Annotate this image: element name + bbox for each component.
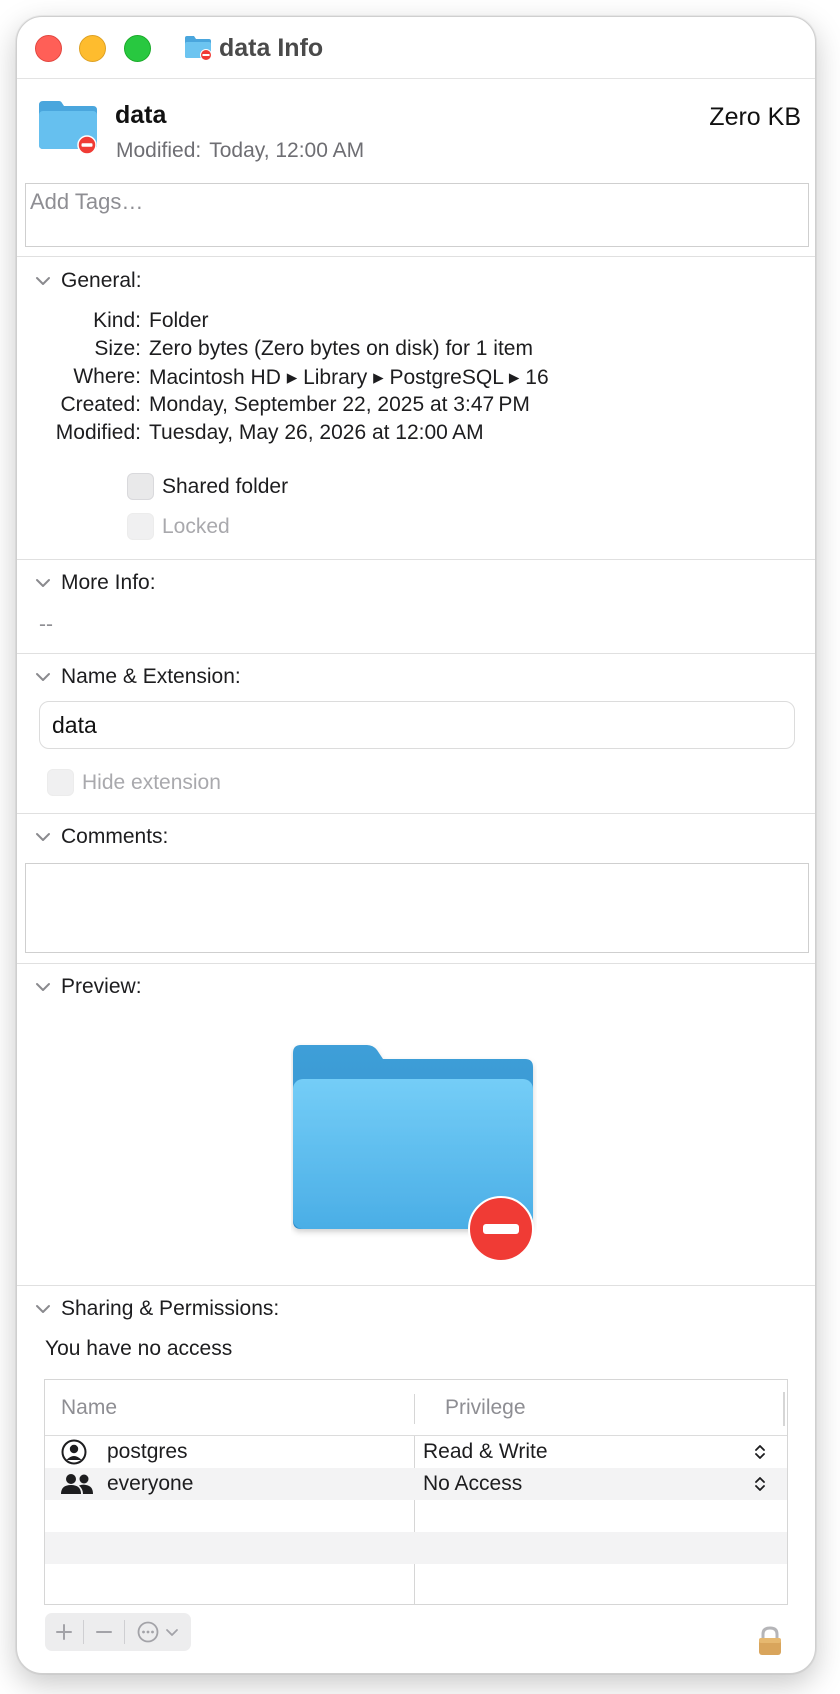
kind-row: Kind: Folder <box>17 309 815 335</box>
where-value: Macintosh HD ▸ Library ▸ PostgreSQL ▸ 16 <box>149 366 549 389</box>
kind-label: Kind: <box>93 309 141 332</box>
hide-extension-checkbox: Hide extension <box>47 769 221 796</box>
window-title: data Info <box>183 33 323 63</box>
title-text: data Info <box>219 33 324 62</box>
chevron-down-icon <box>36 833 50 841</box>
user-name: everyone <box>107 1472 194 1495</box>
add-user-button[interactable] <box>45 1613 83 1651</box>
zoom-button[interactable] <box>124 35 151 62</box>
empty-row <box>45 1500 787 1532</box>
shared-folder-checkbox[interactable]: Shared folder <box>127 473 288 500</box>
ellipsis-circle-icon <box>137 1621 159 1643</box>
modified-row: Modified: Tuesday, May 26, 2026 at 12:00… <box>17 421 815 447</box>
chevron-down-icon <box>36 1305 50 1313</box>
locked-box <box>127 513 154 540</box>
folder-large-icon <box>39 101 97 155</box>
chevron-down-icon <box>36 673 50 681</box>
modified-label: Modified: <box>116 139 202 162</box>
privilege-select[interactable]: Read & Write <box>423 1440 548 1464</box>
divider <box>17 256 815 257</box>
general-label: General: <box>61 269 142 292</box>
shared-folder-label: Shared folder <box>162 474 289 498</box>
minimize-button[interactable] <box>79 35 106 62</box>
empty-row <box>45 1564 787 1596</box>
updown-arrow-icon[interactable] <box>753 1442 767 1462</box>
locked-label: Locked <box>162 514 230 538</box>
more-info-value: -- <box>39 613 53 636</box>
more-info-disclosure[interactable]: More Info: <box>33 571 156 595</box>
permissions-table: Name Privilege postgres Read & Write eve… <box>44 1379 788 1605</box>
size-value: Zero bytes (Zero bytes on disk) for 1 it… <box>149 337 533 360</box>
name-extension-disclosure[interactable]: Name & Extension: <box>33 665 241 689</box>
chevron-down-icon <box>36 277 50 285</box>
tags-field[interactable] <box>25 183 809 247</box>
folder-preview-icon <box>293 1045 534 1262</box>
comments-textarea[interactable] <box>25 863 809 953</box>
created-value: Monday, September 22, 2025 at 3:47 PM <box>149 393 530 416</box>
header-modified: Modified: Today, 12:00 AM <box>116 139 364 163</box>
created-label: Created: <box>60 393 141 416</box>
hide-extension-label: Hide extension <box>82 770 221 794</box>
size-row: Size: Zero bytes (Zero bytes on disk) fo… <box>17 337 815 363</box>
chevron-down-icon <box>36 983 50 991</box>
title-bar: data Info <box>17 17 815 79</box>
where-label: Where: <box>73 365 141 388</box>
user-icon <box>61 1439 87 1465</box>
locked-checkbox: Locked <box>127 513 230 540</box>
column-name-header[interactable]: Name <box>61 1396 117 1420</box>
sharing-label: Sharing & Permissions: <box>61 1297 280 1320</box>
access-text: You have no access <box>45 1337 233 1360</box>
size-label: Size: <box>94 337 141 360</box>
modified-row-value: Tuesday, May 26, 2026 at 12:00 AM <box>149 421 484 444</box>
name-extension-label: Name & Extension: <box>61 665 241 688</box>
privilege-select[interactable]: No Access <box>423 1472 522 1496</box>
divider <box>17 813 815 814</box>
remove-user-button[interactable] <box>84 1613 124 1651</box>
where-row: Where: Macintosh HD ▸ Library ▸ PostgreS… <box>17 365 815 391</box>
general-disclosure[interactable]: General: <box>33 269 142 293</box>
kind-value: Folder <box>149 309 209 332</box>
updown-arrow-icon[interactable] <box>753 1474 767 1494</box>
column-privilege-header[interactable]: Privilege <box>445 1396 526 1420</box>
created-row: Created: Monday, September 22, 2025 at 3… <box>17 393 815 419</box>
modified-value: Today, 12:00 AM <box>209 139 365 162</box>
comments-label: Comments: <box>61 825 169 848</box>
column-separator <box>414 1394 415 1424</box>
name-field[interactable] <box>39 701 795 749</box>
modified-row-label: Modified: <box>55 421 141 444</box>
divider <box>17 559 815 560</box>
empty-row <box>45 1532 787 1564</box>
folder-icon <box>185 36 212 61</box>
minus-icon <box>96 1631 112 1633</box>
column-separator <box>783 1392 785 1426</box>
action-menu-button[interactable] <box>125 1613 191 1651</box>
hide-extension-box <box>47 769 74 796</box>
sharing-disclosure[interactable]: Sharing & Permissions: <box>33 1297 279 1321</box>
close-button[interactable] <box>35 35 62 62</box>
chevron-down-icon <box>166 1629 178 1636</box>
tags-input[interactable] <box>26 184 808 220</box>
comments-disclosure[interactable]: Comments: <box>33 825 168 849</box>
divider <box>17 1285 815 1286</box>
permissions-header: Name Privilege <box>45 1380 787 1436</box>
group-icon <box>61 1474 93 1494</box>
more-info-label: More Info: <box>61 571 156 594</box>
info-window: data Info data Zero KB Modified: Today, 1… <box>16 16 816 1674</box>
divider <box>17 653 815 654</box>
plus-icon <box>56 1624 72 1640</box>
preview-label: Preview: <box>61 975 142 998</box>
preview-disclosure[interactable]: Preview: <box>33 975 142 999</box>
file-name: data <box>115 101 167 129</box>
user-name: postgres <box>107 1440 188 1463</box>
lock-icon[interactable] <box>757 1625 783 1657</box>
file-size: Zero KB <box>709 103 801 131</box>
shared-folder-box[interactable] <box>127 473 154 500</box>
table-row[interactable]: postgres Read & Write <box>45 1436 787 1468</box>
permissions-toolbar <box>45 1613 191 1651</box>
divider <box>17 963 815 964</box>
table-row[interactable]: everyone No Access <box>45 1468 787 1500</box>
chevron-down-icon <box>36 579 50 587</box>
